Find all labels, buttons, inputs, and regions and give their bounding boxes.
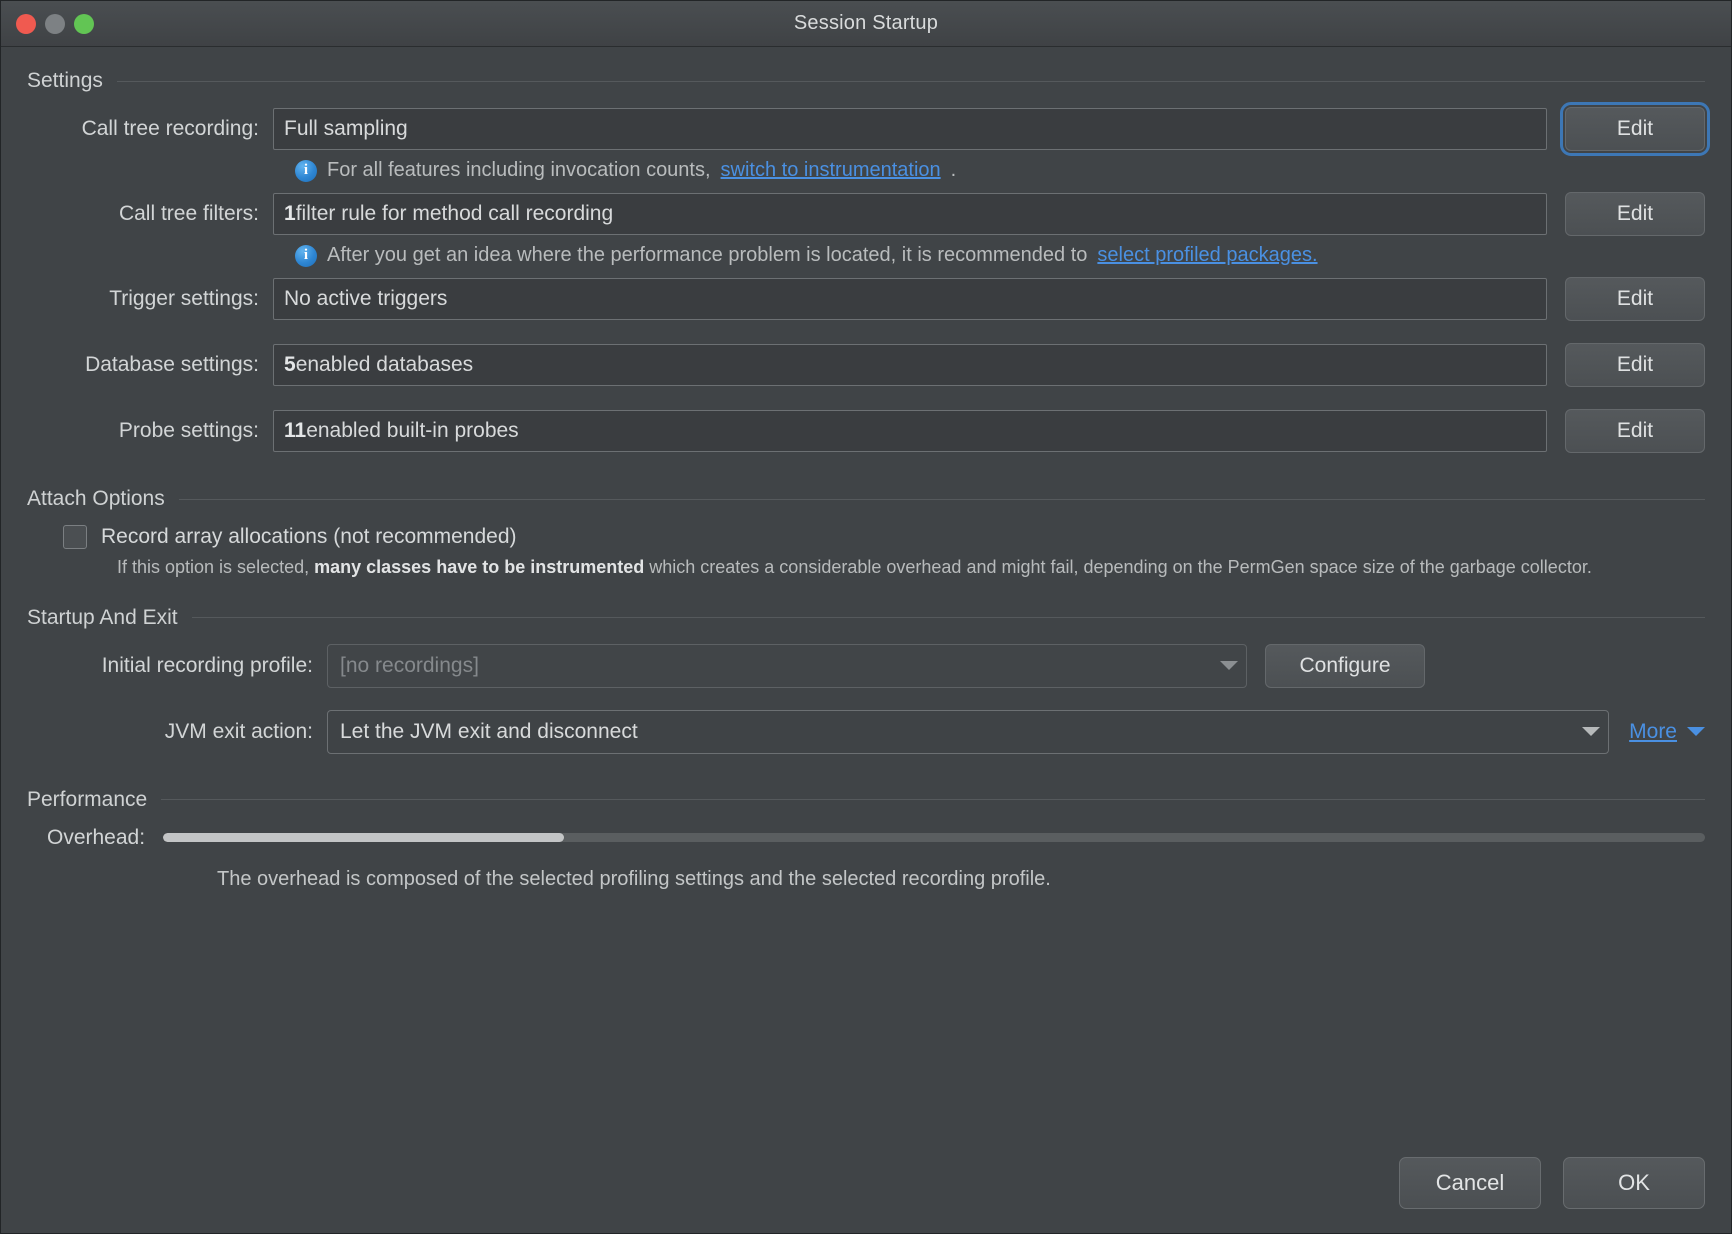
row-trigger-settings: Trigger settings: No active triggers Edi… (27, 277, 1705, 321)
label-database-settings: Database settings: (27, 353, 273, 377)
section-divider (161, 799, 1705, 800)
label-call-tree-filters: Call tree filters: (27, 202, 273, 226)
overhead-progress-fill (163, 833, 564, 842)
configure-button[interactable]: Configure (1265, 644, 1425, 688)
more-label: More (1629, 720, 1677, 744)
field-value: filter rule for method call recording (296, 202, 613, 226)
overhead-progress-track (163, 833, 1705, 842)
window-title: Session Startup (1, 12, 1731, 35)
attach-options-section-title: Attach Options (27, 487, 165, 511)
chevron-down-icon (1687, 727, 1705, 736)
field-database-settings[interactable]: 5 enabled databases (273, 344, 1547, 386)
chevron-down-icon (1220, 661, 1238, 670)
link-switch-to-instrumentation[interactable]: switch to instrumentation (721, 159, 941, 182)
startup-and-exit-section-title: Startup And Exit (27, 606, 178, 630)
info-icon: i (295, 160, 317, 182)
row-database-settings: Database settings: 5 enabled databases E… (27, 343, 1705, 387)
field-value: enabled databases (296, 353, 474, 377)
row-jvm-exit-action: JVM exit action: Let the JVM exit and di… (27, 710, 1705, 754)
info-icon: i (295, 245, 317, 267)
note-instrumentation: i For all features including invocation … (295, 159, 1705, 182)
settings-section-title: Settings (27, 69, 103, 93)
spacer (27, 461, 1705, 487)
ok-button[interactable]: OK (1563, 1157, 1705, 1209)
chevron-down-icon (1582, 727, 1600, 736)
edit-button-probe-settings[interactable]: Edit (1565, 409, 1705, 453)
row-call-tree-filters: Call tree filters: 1 filter rule for met… (27, 192, 1705, 236)
row-initial-recording-profile: Initial recording profile: [no recording… (27, 644, 1705, 688)
note-text-pre: After you get an idea where the performa… (327, 244, 1087, 267)
section-divider (117, 81, 1705, 82)
initial-recording-profile-value: [no recordings] (340, 654, 479, 678)
field-call-tree-recording[interactable]: Full sampling (273, 108, 1547, 150)
field-value-bold: 11 (284, 419, 306, 443)
section-divider (179, 499, 1705, 500)
dialog-body: Settings Call tree recording: Full sampl… (1, 47, 1731, 1157)
edit-button-call-tree-filters[interactable]: Edit (1565, 192, 1705, 236)
edit-button-call-tree-recording[interactable]: Edit (1565, 107, 1705, 151)
settings-section-header: Settings (27, 69, 1705, 93)
performance-section-header: Performance (27, 788, 1705, 812)
desc-post: which creates a considerable overhead an… (644, 557, 1592, 577)
desc-bold: many classes have to be instrumented (314, 557, 644, 577)
jvm-exit-action-value: Let the JVM exit and disconnect (340, 720, 638, 744)
jvm-exit-action-select[interactable]: Let the JVM exit and disconnect (327, 710, 1609, 754)
field-value: enabled built-in probes (306, 419, 518, 443)
note-text-pre: For all features including invocation co… (327, 159, 711, 182)
label-trigger-settings: Trigger settings: (27, 287, 273, 311)
field-value-bold: 1 (284, 202, 296, 226)
startup-and-exit-section-header: Startup And Exit (27, 606, 1705, 630)
spacer (27, 395, 1705, 409)
attach-options-description: If this option is selected, many classes… (117, 555, 1697, 580)
record-array-allocations-checkbox[interactable] (63, 525, 87, 549)
link-select-profiled-packages[interactable]: select profiled packages. (1097, 244, 1317, 267)
spacer (27, 580, 1705, 606)
dialog-footer: Cancel OK (1, 1157, 1731, 1233)
label-jvm-exit-action: JVM exit action: (27, 720, 327, 744)
spacer (27, 762, 1705, 788)
overhead-label: Overhead: (47, 826, 163, 850)
label-call-tree-recording: Call tree recording: (27, 117, 273, 141)
cancel-button[interactable]: Cancel (1399, 1157, 1541, 1209)
field-trigger-settings[interactable]: No active triggers (273, 278, 1547, 320)
field-value-bold: 5 (284, 353, 296, 377)
edit-button-trigger-settings[interactable]: Edit (1565, 277, 1705, 321)
note-profiled-packages: i After you get an idea where the perfor… (295, 244, 1705, 267)
performance-section-title: Performance (27, 788, 147, 812)
overhead-description: The overhead is composed of the selected… (217, 868, 1705, 891)
attach-options-section-header: Attach Options (27, 487, 1705, 511)
edit-button-database-settings[interactable]: Edit (1565, 343, 1705, 387)
field-probe-settings[interactable]: 11 enabled built-in probes (273, 410, 1547, 452)
section-divider (192, 617, 1705, 618)
desc-pre: If this option is selected, (117, 557, 314, 577)
overhead-row: Overhead: (27, 826, 1705, 850)
title-bar: Session Startup (1, 1, 1731, 47)
spacer (27, 696, 1705, 710)
session-startup-dialog: Session Startup Settings Call tree recor… (0, 0, 1732, 1234)
row-call-tree-recording: Call tree recording: Full sampling Edit (27, 107, 1705, 151)
record-array-allocations-label: Record array allocations (not recommende… (101, 525, 517, 549)
more-dropdown[interactable]: More (1629, 720, 1705, 744)
field-value: No active triggers (284, 287, 447, 311)
field-value: Full sampling (284, 117, 408, 141)
initial-recording-profile-select[interactable]: [no recordings] (327, 644, 1247, 688)
note-text-post: . (951, 159, 957, 182)
row-probe-settings: Probe settings: 11 enabled built-in prob… (27, 409, 1705, 453)
field-call-tree-filters[interactable]: 1 filter rule for method call recording (273, 193, 1547, 235)
label-probe-settings: Probe settings: (27, 419, 273, 443)
spacer (27, 329, 1705, 343)
label-initial-recording-profile: Initial recording profile: (27, 654, 327, 678)
record-array-allocations-row[interactable]: Record array allocations (not recommende… (63, 525, 1705, 549)
